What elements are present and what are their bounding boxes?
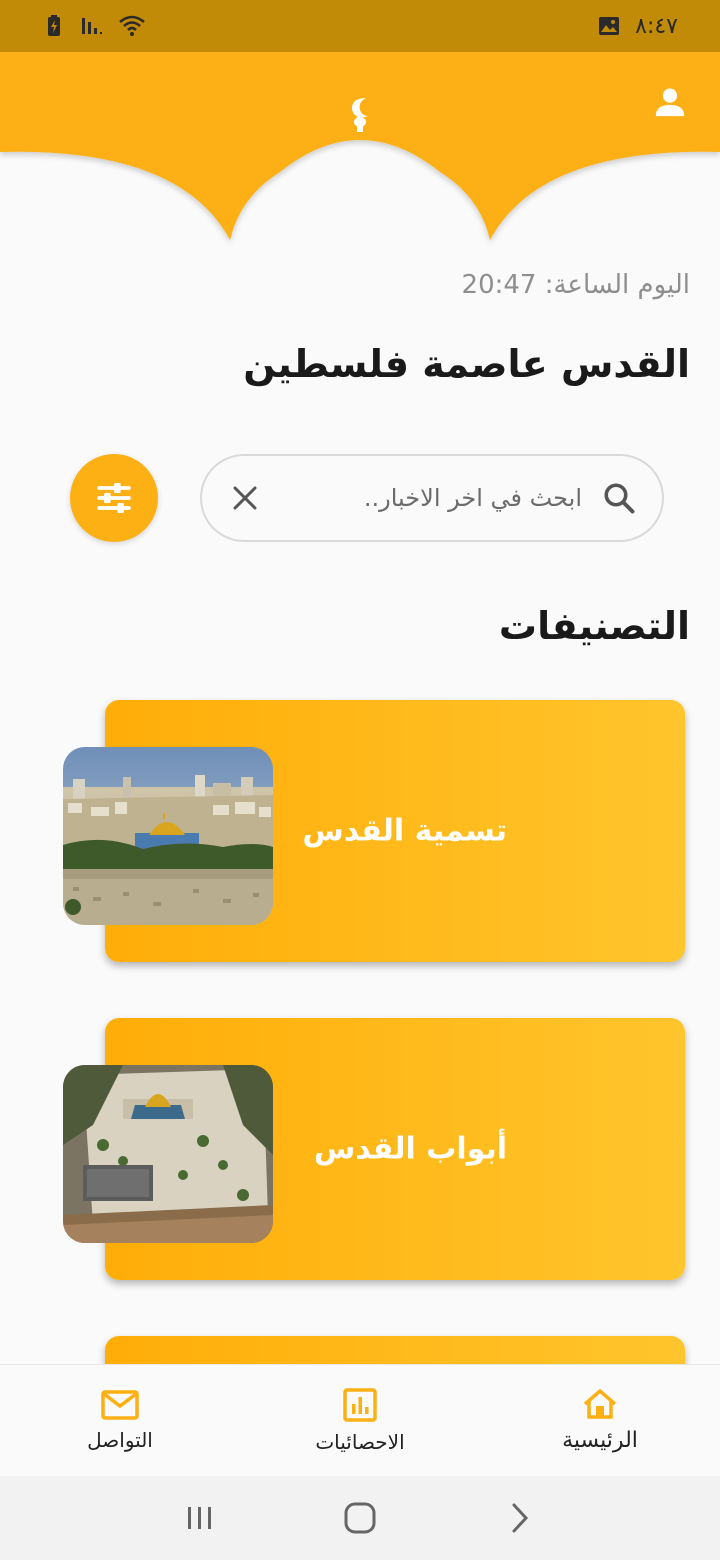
status-bar: ٨:٤٧ — [0, 0, 720, 52]
nav-label-stats: الاحصائيات — [315, 1429, 405, 1454]
close-icon[interactable] — [226, 478, 264, 518]
dome-header-shape — [0, 52, 720, 240]
search-input[interactable] — [264, 484, 600, 512]
home-icon — [583, 1389, 617, 1419]
status-left — [42, 14, 145, 38]
header — [0, 52, 720, 252]
category-card-label: تسمية القدس — [302, 813, 507, 849]
filter-button[interactable] — [70, 454, 158, 542]
date-label: اليوم الساعة: — [544, 270, 690, 300]
nav-label-home: الرئيسية — [562, 1428, 638, 1453]
battery-charging-icon — [42, 14, 66, 38]
nav-label-contact: التواصل — [87, 1427, 153, 1452]
time-value: 20:47 — [461, 270, 537, 300]
search-box[interactable] — [200, 454, 664, 542]
status-right: ٨:٤٧ — [597, 14, 678, 39]
category-card-label: أبواب القدس — [313, 1131, 507, 1167]
user-icon — [655, 88, 685, 117]
status-time: ٨:٤٧ — [635, 13, 678, 39]
bottom-navigation: التواصل الاحصائيات الرئيسية — [0, 1364, 720, 1476]
search-icon[interactable] — [600, 478, 638, 518]
page-title: القدس عاصمة فلسطين — [243, 342, 690, 386]
stats-icon — [343, 1387, 377, 1422]
nav-item-home[interactable]: الرئيسية — [500, 1388, 700, 1453]
home-system-button[interactable] — [330, 1488, 390, 1548]
chevron-right-icon — [512, 1503, 529, 1533]
aerial-al-aqsa-image — [63, 1065, 273, 1243]
category-card-naming[interactable]: تسمية القدس — [63, 700, 685, 962]
jerusalem-panorama-image — [63, 747, 273, 925]
recent-apps-icon — [188, 1507, 211, 1529]
sliders-icon — [97, 483, 131, 513]
home-circle-icon — [344, 1502, 376, 1534]
nav-item-contact[interactable]: التواصل — [20, 1389, 220, 1452]
image-notification-icon — [597, 14, 621, 38]
signal-icon — [80, 14, 104, 38]
date-time-label: اليوم الساعة: 20:47 — [462, 270, 690, 300]
nav-item-stats[interactable]: الاحصائيات — [260, 1387, 460, 1454]
recent-apps-button[interactable] — [170, 1488, 230, 1548]
wifi-icon — [118, 14, 145, 38]
profile-button[interactable] — [650, 82, 690, 122]
mail-icon — [101, 1389, 139, 1420]
categories-title: التصنيفات — [498, 604, 690, 648]
category-card-gates[interactable]: أبواب القدس — [63, 1018, 685, 1280]
system-navigation-bar — [0, 1476, 720, 1560]
crescent-icon — [340, 94, 380, 144]
back-button[interactable] — [490, 1488, 550, 1548]
